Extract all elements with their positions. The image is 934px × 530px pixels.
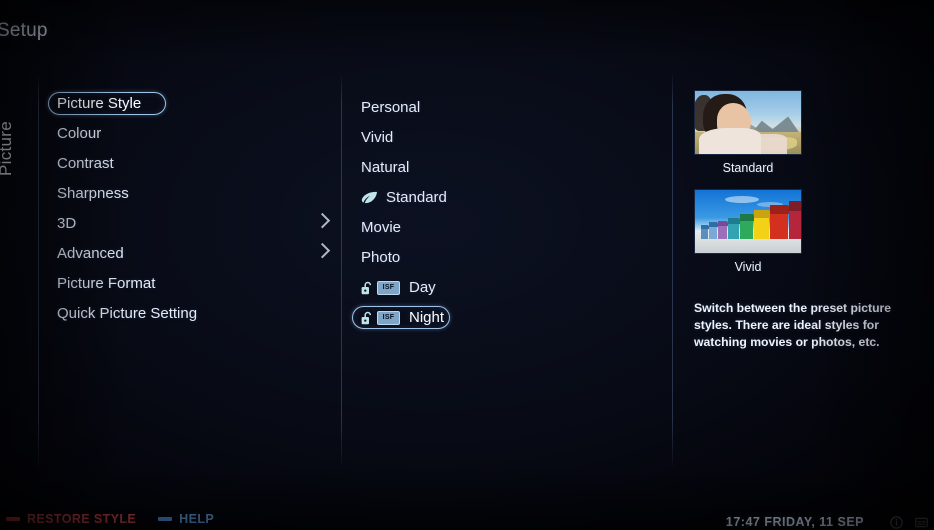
page-title: Setup <box>0 20 48 41</box>
menu-item-advanced[interactable]: Advanced <box>48 242 333 265</box>
style-option-vivid[interactable]: Vivid <box>352 126 652 149</box>
preview-caption: Standard <box>722 161 774 175</box>
category-label-picture: Picture <box>0 120 15 176</box>
style-option-day[interactable]: ISF Day <box>352 276 652 299</box>
subtitle-status-icon <box>915 517 928 527</box>
style-option-label: Standard <box>386 189 447 206</box>
style-option-photo[interactable]: Photo <box>352 246 652 269</box>
picture-style-options-list: Personal Vivid Natural Standard Movie Ph… <box>352 96 652 336</box>
menu-item-label: Contrast <box>57 155 114 172</box>
unlock-icon <box>361 281 372 294</box>
preview-thumbnail-standard <box>694 90 802 155</box>
menu-item-sharpness[interactable]: Sharpness <box>48 182 333 205</box>
preview-vivid: Vivid <box>694 189 926 274</box>
style-option-label: Day <box>409 279 436 296</box>
clock-label: 17:47 FRIDAY, 11 SEP <box>725 515 864 529</box>
menu-item-label: Picture Style <box>57 95 142 112</box>
style-option-movie[interactable]: Movie <box>352 216 652 239</box>
style-option-label: Photo <box>361 249 401 266</box>
tv-setup-screen: Setup Picture Picture Style Colour Contr… <box>0 0 934 530</box>
help-button[interactable]: HELP <box>158 512 214 526</box>
leaf-icon <box>361 191 377 204</box>
preview-info-panel: Standard Vivid Switch between the preset… <box>694 90 926 350</box>
picture-settings-menu: Picture Style Colour Contrast Sharpness … <box>48 92 333 332</box>
column-divider-left <box>38 74 39 466</box>
style-option-label: Movie <box>361 219 402 236</box>
column-divider-middle <box>341 74 342 466</box>
preview-caption: Vivid <box>734 260 762 274</box>
isf-badge-icon: ISF <box>377 280 400 295</box>
red-key-icon <box>6 517 20 521</box>
menu-item-picture-format[interactable]: Picture Format <box>48 272 333 295</box>
description-text: Switch between the preset picture styles… <box>694 301 892 349</box>
style-option-night[interactable]: ISF Night <box>352 306 450 329</box>
bottom-status-bar: RESTORE STYLE HELP 17:47 FRIDAY, 11 SEP <box>0 508 934 530</box>
menu-item-contrast[interactable]: Contrast <box>48 152 333 175</box>
style-option-natural[interactable]: Natural <box>352 156 652 179</box>
style-option-label: Natural <box>361 159 410 176</box>
menu-item-colour[interactable]: Colour <box>48 122 333 145</box>
style-option-label: Vivid <box>361 129 394 146</box>
style-option-label: Personal <box>361 99 421 116</box>
menu-item-label: Advanced <box>57 245 124 262</box>
isf-badge-icon: ISF <box>377 310 400 325</box>
menu-item-label: Sharpness <box>57 185 129 202</box>
restore-style-label: RESTORE STYLE <box>27 512 137 526</box>
restore-style-button[interactable]: RESTORE STYLE <box>6 512 136 526</box>
preview-standard: Standard <box>694 90 926 175</box>
unlock-icon <box>361 311 372 324</box>
menu-item-label: Quick Picture Setting <box>57 305 198 322</box>
menu-item-picture-style[interactable]: Picture Style <box>48 92 166 115</box>
style-option-standard[interactable]: Standard <box>352 186 652 209</box>
chevron-right-icon <box>314 242 331 259</box>
menu-item-label: Colour <box>57 125 102 142</box>
column-divider-right <box>672 74 673 466</box>
info-status-icon <box>890 515 903 529</box>
preview-thumbnail-vivid <box>694 189 802 254</box>
menu-item-label: Picture Format <box>57 275 156 292</box>
help-label: HELP <box>179 512 215 526</box>
menu-item-quick-picture-setting[interactable]: Quick Picture Setting <box>48 302 333 325</box>
menu-item-label: 3D <box>57 215 77 232</box>
chevron-right-icon <box>314 212 331 229</box>
style-option-personal[interactable]: Personal <box>352 96 652 119</box>
style-option-label: Night <box>409 309 445 326</box>
blue-key-icon <box>158 517 173 521</box>
menu-item-3d[interactable]: 3D <box>48 212 333 235</box>
